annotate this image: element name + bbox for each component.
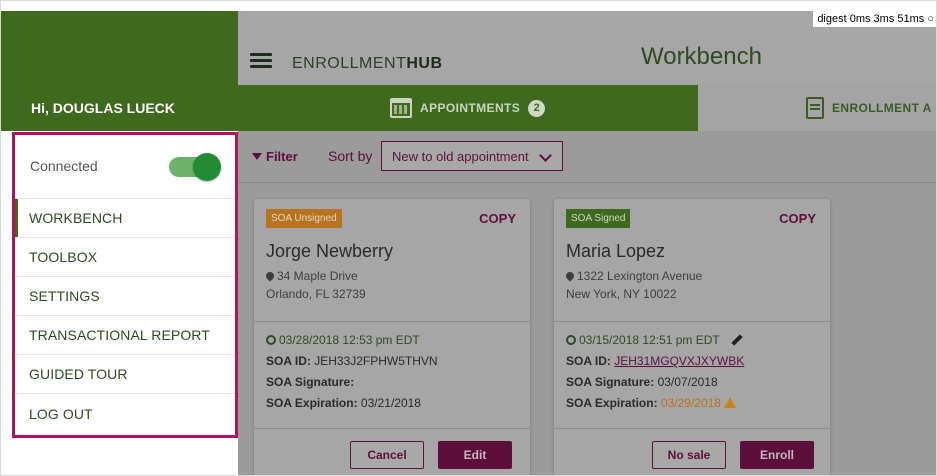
- no-sale-button[interactable]: No sale: [652, 441, 726, 469]
- soa-signature-label: SOA Signature:: [266, 375, 355, 389]
- clock-icon: [266, 335, 276, 345]
- sidebar-item-workbench[interactable]: WORKBENCH: [12, 199, 238, 238]
- edit-button[interactable]: Edit: [438, 441, 512, 469]
- warning-icon: [723, 397, 736, 408]
- tab-enrollment[interactable]: ENROLLMENT A: [698, 85, 936, 131]
- sidebar-item-toolbox[interactable]: TOOLBOX: [12, 238, 238, 277]
- soa-id-row: SOA ID: JEH33J2FPHW5THVN: [266, 354, 438, 368]
- sidebar-item-guided-tour[interactable]: GUIDED TOUR: [12, 355, 238, 394]
- map-pin-icon: [264, 270, 276, 282]
- debug-digest-readout: digest 0ms 3ms 51ms ○: [813, 11, 936, 27]
- tab-appointments-label: APPOINTMENTS: [420, 101, 521, 115]
- address-line-1-text: 1322 Lexington Avenue: [577, 269, 703, 283]
- appointment-time-text: 03/15/2018 12:51 pm EDT: [579, 333, 720, 347]
- soa-id-label: SOA ID:: [566, 354, 611, 368]
- soa-signature-label: SOA Signature:: [566, 375, 655, 389]
- sidebar-header: [1, 11, 238, 85]
- sort-selected-value: New to old appointment: [392, 148, 529, 164]
- toggle-knob: [193, 153, 221, 181]
- sort-dropdown[interactable]: New to old appointment: [381, 141, 563, 171]
- soa-signature-row: SOA Signature:: [266, 375, 354, 389]
- connection-status-row: Connected: [12, 135, 238, 199]
- customer-name: Jorge Newberry: [266, 241, 394, 261]
- sidebar-greeting-bar: Hi, DOUGLAS LUECK: [1, 85, 238, 131]
- address-line-1-text: 34 Maple Drive: [277, 269, 358, 283]
- appointment-card: SOA Signed COPY Maria Lopez 1322 Lexingt…: [554, 199, 830, 475]
- hamburger-menu-icon[interactable]: [250, 53, 272, 69]
- connected-label: Connected: [30, 158, 98, 174]
- soa-expiration-row: SOA Expiration: 03/21/2018: [266, 396, 421, 410]
- soa-expiration-row: SOA Expiration: 03/29/2018: [566, 396, 736, 410]
- map-pin-icon: [564, 270, 576, 282]
- tab-bar: APPOINTMENTS 2 ENROLLMENT A: [238, 85, 936, 131]
- sort-label: Sort by: [328, 148, 373, 164]
- card-divider: [254, 428, 530, 429]
- card-divider: [554, 428, 830, 429]
- calendar-icon: [390, 98, 412, 118]
- enroll-button[interactable]: Enroll: [740, 441, 814, 469]
- sidebar-item-transactional-report[interactable]: TRANSACTIONAL REPORT: [12, 316, 238, 355]
- copy-link[interactable]: COPY: [479, 211, 516, 226]
- address-line-1: 1322 Lexington Avenue: [564, 269, 703, 283]
- filter-button[interactable]: Filter: [252, 149, 298, 164]
- card-divider: [554, 321, 830, 322]
- pencil-icon[interactable]: [731, 334, 743, 346]
- customer-name: Maria Lopez: [566, 241, 666, 261]
- filter-label: Filter: [266, 149, 298, 164]
- tab-enrollment-label: ENROLLMENT A: [832, 101, 932, 115]
- copy-link[interactable]: COPY: [779, 211, 816, 226]
- clock-icon: [566, 335, 576, 345]
- soa-expiration-value: 03/21/2018: [360, 396, 421, 410]
- connected-toggle[interactable]: [169, 153, 223, 181]
- tab-appointments[interactable]: APPOINTMENTS 2: [238, 85, 698, 131]
- funnel-icon: [252, 153, 262, 160]
- soa-signature-value: 03/07/2018: [657, 375, 718, 389]
- screenshot-frame: ENROLLMENTHUB Workbench APPOINTMENTS 2 E…: [0, 0, 937, 476]
- soa-id-row: SOA ID: JEH31MGQVXJXYWBK: [566, 354, 744, 368]
- soa-id-label: SOA ID:: [266, 354, 311, 368]
- soa-expiration-label: SOA Expiration:: [566, 396, 658, 410]
- document-icon: [806, 97, 824, 119]
- appointment-time: 03/15/2018 12:51 pm EDT: [566, 333, 743, 347]
- address-line-2: Orlando, FL 32739: [266, 287, 366, 301]
- soa-status-badge: SOA Unsigned: [266, 209, 342, 228]
- filter-bar: Filter Sort by New to old appointment: [238, 131, 936, 183]
- appointment-card: SOA Unsigned COPY Jorge Newberry 34 Mapl…: [254, 199, 530, 475]
- sidebar-item-settings[interactable]: SETTINGS: [12, 277, 238, 316]
- soa-id-value: JEH33J2FPHW5THVN: [314, 354, 438, 368]
- main-app: ENROLLMENTHUB Workbench APPOINTMENTS 2 E…: [238, 11, 936, 475]
- brand-bold: HUB: [406, 55, 443, 72]
- chevron-down-icon: [539, 149, 552, 162]
- page-title: Workbench: [641, 43, 762, 70]
- appointment-time-text: 03/28/2018 12:53 pm EDT: [279, 333, 420, 347]
- cancel-button[interactable]: Cancel: [350, 441, 424, 469]
- soa-id-link[interactable]: JEH31MGQVXJXYWBK: [614, 354, 744, 368]
- sidebar-item-log-out[interactable]: LOG OUT: [12, 394, 238, 433]
- soa-expiration-label: SOA Expiration:: [266, 396, 358, 410]
- soa-status-badge: SOA Signed: [566, 209, 631, 228]
- brand-logo: ENROLLMENTHUB: [292, 55, 443, 73]
- soa-signature-row: SOA Signature: 03/07/2018: [566, 375, 718, 389]
- appointments-count-badge: 2: [528, 99, 546, 117]
- address-line-1: 34 Maple Drive: [264, 269, 358, 283]
- appointment-time: 03/28/2018 12:53 pm EDT: [266, 333, 420, 347]
- card-divider: [254, 321, 530, 322]
- soa-expiration-value: 03/29/2018: [660, 396, 721, 410]
- user-greeting: Hi, DOUGLAS LUECK: [31, 100, 175, 116]
- address-line-2: New York, NY 10022: [566, 287, 677, 301]
- sidebar-nav: WORKBENCH TOOLBOX SETTINGS TRANSACTIONAL…: [12, 199, 238, 433]
- brand-light: ENROLLMENT: [292, 55, 407, 72]
